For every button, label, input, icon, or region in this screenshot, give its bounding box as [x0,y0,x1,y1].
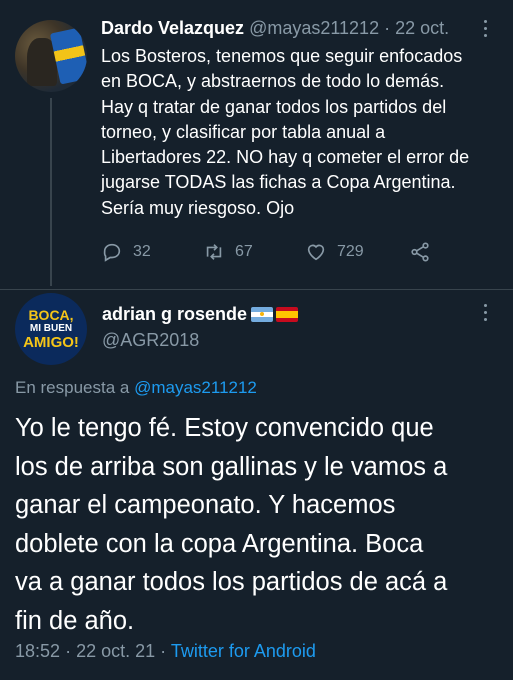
retweet-button[interactable]: 67 [203,240,253,264]
tweet-text: Yo le tengo fé. Estoy convencido que los… [15,414,448,635]
share-icon [411,242,429,262]
meta-separator: · [65,641,72,661]
tweet-meta: 18:52 · 22 oct. 21 · Twitter for Android [15,641,316,662]
retweet-icon [206,244,222,260]
author-name[interactable]: Dardo Velazquez [101,18,244,38]
avatar-text-line: AMIGO! [23,333,79,351]
like-icon [307,244,325,261]
reply-mention-link[interactable]: @mayas211212 [134,378,257,397]
reply-prefix: En respuesta a [15,378,130,397]
reply-count: 32 [133,243,151,260]
author-handle[interactable]: @AGR2018 [102,330,199,351]
thread-line [50,98,52,286]
header-separator: · [384,18,391,38]
like-button[interactable]: 729 [305,240,364,264]
reply-button[interactable]: 32 [101,240,151,264]
spain-flag-icon [276,307,299,322]
meta-separator: · [160,641,167,661]
avatar[interactable] [15,20,87,92]
more-icon[interactable] [480,20,490,42]
reply-icon [103,243,121,262]
author-name[interactable]: adrian g rosende [102,304,247,325]
like-count: 729 [337,243,364,260]
tweet-header: Dardo Velazquez @mayas211212 · 22 oct. [101,18,449,39]
avatar-text-line: BOCA, [28,306,74,323]
tweet-time[interactable]: 18:52 [15,641,60,661]
share-button[interactable] [409,240,431,264]
client-link[interactable]: Twitter for Android [171,641,316,661]
parent-tweet[interactable]: Dardo Velazquez @mayas211212 · 22 oct. L… [0,0,513,290]
tweet-text: Los Bosteros, tenemos que seguir enfocad… [101,46,470,218]
retweet-count: 67 [235,243,253,260]
author-name-row: adrian g rosende [102,304,299,325]
tweet-date[interactable]: 22 oct. 21 [76,641,155,661]
more-icon[interactable] [480,304,490,326]
avatar-text-line: MI BUEN [29,322,73,334]
author-handle[interactable]: @mayas211212 [249,18,379,38]
reply-context: En respuesta a @mayas211212 [15,378,257,398]
tweet-date[interactable]: 22 oct. [395,18,449,38]
divider [0,289,513,290]
argentina-flag-icon [251,307,274,322]
avatar[interactable]: BOCA, MI BUEN AMIGO! [15,293,87,365]
